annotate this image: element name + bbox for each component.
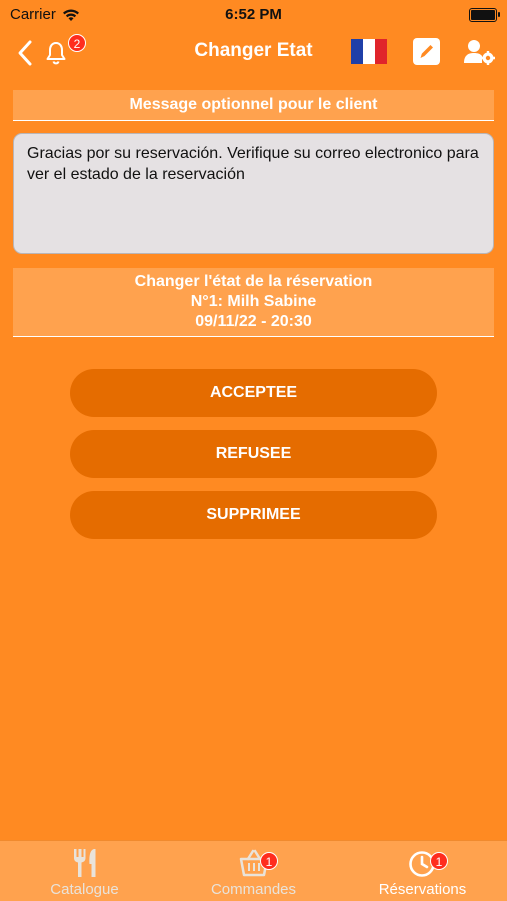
tab-reservations[interactable]: 1 Réservations	[338, 841, 507, 901]
reservation-state-header: Changer l'état de la réservation N°1: Mi…	[13, 268, 494, 337]
message-section-header: Message optionnel pour le client	[13, 90, 494, 121]
delete-button[interactable]: SUPPRIMEE	[70, 491, 437, 539]
client-message-textarea[interactable]: Gracias por su reservación. Verifique su…	[13, 133, 494, 254]
accept-button[interactable]: ACCEPTEE	[70, 369, 437, 417]
reservations-badge: 1	[430, 852, 448, 870]
reservation-name: N°1: Milh Sabine	[190, 293, 317, 310]
edit-button[interactable]	[413, 38, 440, 65]
user-settings-icon[interactable]	[462, 38, 496, 66]
tab-label-catalogue: Catalogue	[50, 881, 119, 898]
tab-commandes[interactable]: 1 Commandes	[169, 841, 338, 901]
reservation-datetime: 09/11/22 - 20:30	[195, 313, 312, 330]
status-bar: Carrier 6:52 PM	[0, 0, 507, 28]
tab-catalogue[interactable]: Catalogue	[0, 841, 169, 901]
french-flag-icon[interactable]	[351, 39, 387, 64]
tab-label-commandes: Commandes	[210, 881, 297, 898]
state-title: Changer l'état de la réservation	[134, 273, 373, 290]
battery-icon	[469, 8, 500, 22]
tab-bar: Catalogue 1 Commandes 1 Réservations	[0, 840, 507, 901]
clock-time: 6:52 PM	[225, 6, 282, 23]
fork-knife-icon	[73, 849, 95, 877]
navigation-bar: 2 Changer Etat	[0, 28, 507, 78]
refuse-button[interactable]: REFUSEE	[70, 430, 437, 478]
pencil-icon	[420, 45, 433, 58]
commandes-badge: 1	[260, 852, 278, 870]
tab-label-reservations: Réservations	[378, 881, 467, 898]
